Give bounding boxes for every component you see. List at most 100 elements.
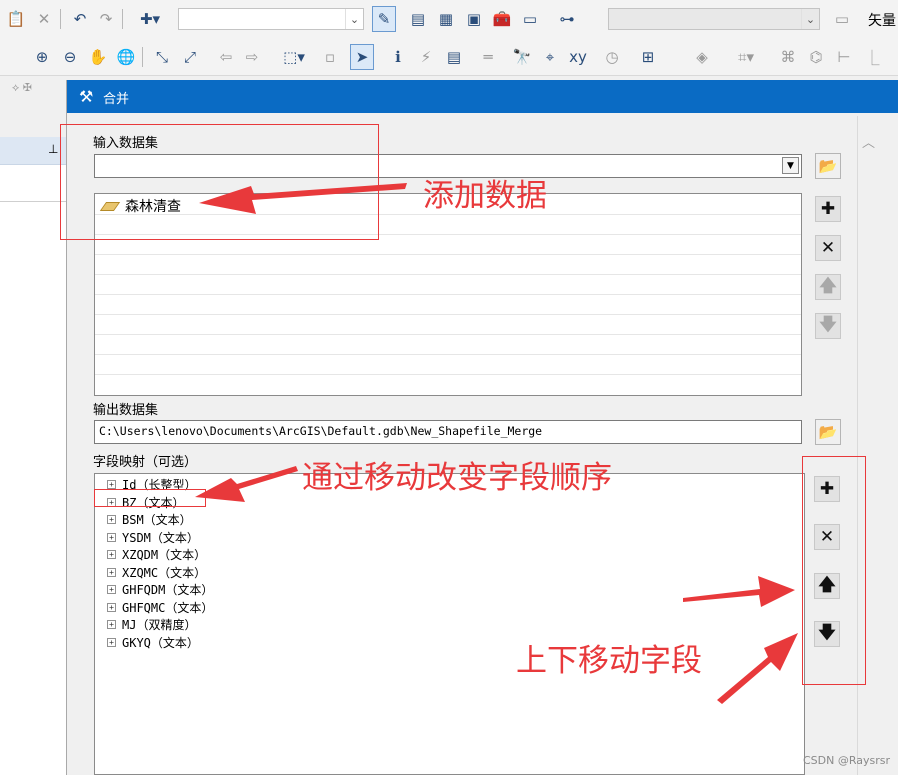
tool-gray-5-icon[interactable]: ⊢ — [832, 44, 856, 70]
tree-item[interactable]: + GHFQDM（文本） — [107, 581, 213, 598]
table-of-contents-pane: ⟡ ✠ ⊥ — [0, 77, 66, 775]
find-icon[interactable]: 🔭 — [510, 44, 534, 70]
expand-icon[interactable]: + — [107, 637, 116, 647]
arctoolbox-icon[interactable]: 🧰 — [490, 6, 514, 32]
tool-gray-1-icon[interactable]: ◈ — [690, 44, 714, 70]
expand-icon[interactable]: + — [107, 585, 116, 594]
tool-gray-3-icon[interactable]: ⌘ — [776, 44, 800, 70]
find-route-icon[interactable]: ⌖ — [538, 44, 562, 70]
expand-icon[interactable]: + — [107, 532, 116, 542]
expand-icon[interactable]: + — [107, 602, 116, 612]
toolbar-separator — [60, 9, 61, 29]
delete-icon[interactable]: ✕ — [32, 6, 56, 32]
select-elements-icon[interactable]: ➤ — [350, 44, 374, 70]
list-gridline — [95, 274, 801, 275]
html-popup-icon[interactable]: ▤ — [442, 44, 466, 70]
undo-icon[interactable]: ↶ — [68, 6, 92, 32]
field-label: MJ（双精度） — [122, 618, 197, 632]
pin-icon[interactable]: ⊥ — [48, 142, 58, 156]
toc-tool-icon[interactable]: ⟡ ✠ — [12, 81, 32, 95]
tree-item[interactable]: + YSDM（文本） — [107, 529, 199, 546]
tree-item[interactable]: + GHFQMC（文本） — [107, 599, 213, 616]
hyperlink-icon[interactable]: ⚡ — [414, 44, 438, 70]
field-label: GHFQDM（文本） — [122, 583, 214, 597]
forward-extent-icon[interactable]: ⇨ — [240, 44, 264, 70]
identify-icon[interactable]: ℹ — [386, 44, 410, 70]
time-slider-icon[interactable]: ◷ — [600, 44, 624, 70]
toolbar-vector-label: 矢量 — [868, 13, 896, 29]
scale-combo[interactable]: ⌄ — [178, 8, 364, 30]
output-dataset-field[interactable]: C:\Users\lenovo\Documents\ArcGIS\Default… — [94, 420, 802, 444]
tree-item[interactable]: + XZQDM（文本） — [107, 546, 206, 563]
fixed-zoom-out-icon[interactable]: ⤢ — [178, 44, 202, 70]
expand-icon[interactable]: + — [107, 515, 116, 524]
tool-gray-2-icon[interactable]: ⌗▾ — [728, 44, 764, 70]
list-gridline — [95, 294, 801, 295]
field-map-tree[interactable]: + Id（长整型） + BZ（文本） + BSM（文本） + YSDM（文本） + XZQ… — [94, 473, 805, 775]
scroll-up-icon[interactable]: ︿ — [862, 132, 875, 151]
layer-combo[interactable]: ⌄ — [608, 8, 820, 30]
paste-icon[interactable]: 📋 — [4, 6, 28, 32]
field-label: XZQMC（文本） — [122, 565, 207, 580]
back-extent-icon[interactable]: ⇦ — [214, 44, 238, 70]
search-window-icon[interactable]: ▣ — [462, 6, 486, 32]
plus-icon: ✚ — [820, 199, 836, 219]
expand-icon[interactable]: + — [107, 550, 116, 559]
magnifier-icon[interactable]: ⊞ — [636, 44, 660, 70]
toc-header-strip: ⊥ — [0, 137, 66, 165]
tree-item[interactable]: + GKYQ（文本） — [107, 634, 199, 651]
chevron-down-icon[interactable]: ▼ — [782, 157, 799, 174]
clear-selection-icon[interactable]: ▫ — [318, 44, 342, 70]
move-up-button[interactable]: 🡅 — [815, 274, 841, 300]
fixed-zoom-in-icon[interactable]: ⤡ — [150, 44, 174, 70]
pan-icon[interactable]: ✋ — [86, 44, 110, 70]
measure-icon[interactable]: ═ — [476, 44, 500, 70]
list-gridline — [95, 374, 801, 375]
table-of-contents-icon[interactable]: ▤ — [406, 6, 430, 32]
toolbar-separator — [122, 9, 123, 29]
tool-gray-6-icon[interactable]: ⎿ — [860, 44, 884, 70]
zoom-in-icon[interactable]: ⊕ — [30, 44, 54, 70]
field-label: YSDM（文本） — [122, 530, 199, 545]
annotation-box-field — [94, 489, 206, 507]
browse-input-button[interactable]: 📂 — [815, 153, 841, 179]
tool-gray-4-icon[interactable]: ⌬ — [804, 44, 828, 70]
annotation-reorder: 通过移动改变字段顺序 — [302, 460, 612, 496]
browse-output-button[interactable]: 📂 — [815, 419, 841, 445]
folder-icon: 📂 — [818, 423, 838, 441]
select-features-icon[interactable]: ⬚▾ — [276, 44, 312, 70]
catalog-icon[interactable]: ▦ — [434, 6, 458, 32]
close-icon: ✕ — [820, 238, 836, 258]
tree-item[interactable]: + BSM（文本） — [107, 511, 192, 528]
tree-item[interactable]: + XZQMC（文本） — [107, 564, 206, 581]
layout-icon[interactable]: ▭ — [830, 6, 854, 32]
move-down-button[interactable]: 🡇 — [815, 313, 841, 339]
expand-icon[interactable]: + — [107, 620, 116, 629]
add-item-button[interactable]: ✚ — [815, 196, 841, 222]
zoom-out-icon[interactable]: ⊖ — [58, 44, 82, 70]
toolbar-separator — [142, 47, 143, 67]
field-map-label: 字段映射（可选） — [93, 455, 198, 470]
annotation-box-input — [60, 124, 379, 240]
python-window-icon[interactable]: ▭ — [518, 6, 542, 32]
hammer-icon: ⚒ — [79, 87, 94, 106]
folder-icon: 📂 — [818, 157, 838, 175]
modelbuilder-icon[interactable]: ⊶ — [552, 6, 582, 32]
arrow-up-icon: 🡅 — [819, 275, 837, 296]
remove-item-button[interactable]: ✕ — [815, 235, 841, 261]
expand-icon[interactable]: + — [107, 567, 116, 577]
add-data-icon[interactable]: ✚▾ — [130, 6, 170, 32]
list-gridline — [95, 334, 801, 335]
toc-toolbar: ⟡ ✠ — [0, 77, 66, 137]
full-extent-icon[interactable]: 🌐 — [114, 44, 138, 70]
tree-item[interactable]: + MJ（双精度） — [107, 616, 196, 633]
dialog-title: 合并 — [103, 92, 130, 107]
standard-toolbar: 📋 ✕ ↶ ↷ ✚▾ ⌄ ✎ ▤ ▦ ▣ 🧰 ▭ ⊶ ⌄ ▭ 矢量 — [0, 0, 898, 38]
dialog-titlebar: ⚒ 合并 — [67, 80, 898, 113]
editor-toolbar-icon[interactable]: ✎ — [372, 6, 396, 32]
expand-icon[interactable]: + — [107, 480, 116, 489]
annotation-box-buttons — [802, 456, 866, 685]
redo-icon[interactable]: ↷ — [94, 6, 118, 32]
watermark: CSDN @Raysrsr — [802, 754, 890, 767]
go-to-xy-icon[interactable]: xy — [566, 44, 590, 70]
